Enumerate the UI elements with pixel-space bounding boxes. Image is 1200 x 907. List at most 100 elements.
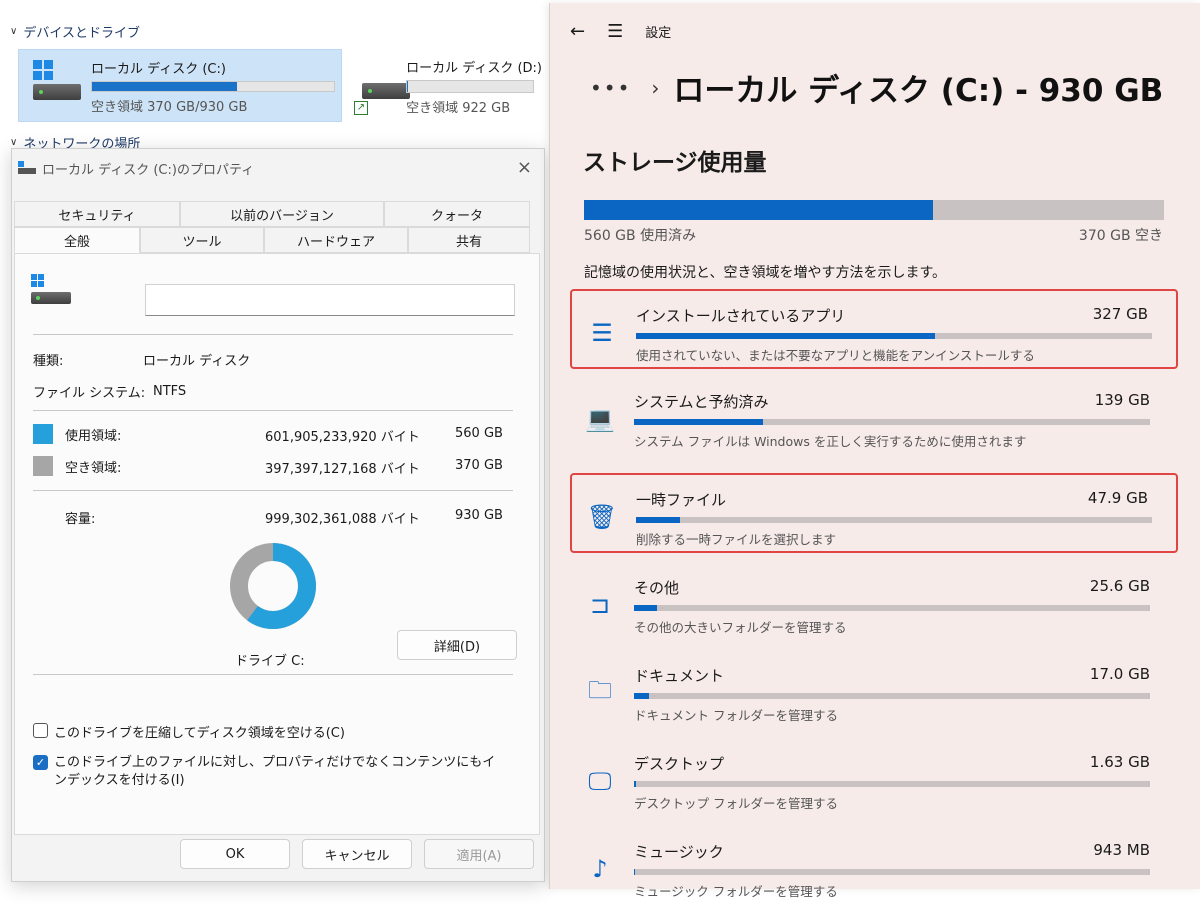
filesystem-row: ファイル システム: NTFS [33, 382, 186, 401]
breadcrumb-overflow-icon[interactable]: ••• [590, 76, 631, 100]
category-name: システムと予約済み [634, 393, 769, 411]
storage-category-row[interactable]: ☰ インストールされているアプリ 327 GB 使用されていない、または不要なアプリと… [570, 289, 1178, 369]
category-name: その他 [634, 579, 680, 597]
back-arrow-icon[interactable]: ← [570, 21, 585, 42]
used-color-swatch [33, 424, 53, 444]
settings-window: ← ☰ 設定 ••• › ローカル ディスク (C:) - 930 GB ストレ… [549, 3, 1200, 899]
drive-c-name: ローカル ディスク (C:) [91, 62, 226, 77]
index-option[interactable]: ✓ このドライブ上のファイルに対し、プロパティだけでなくコンテンツにもインデック… [33, 754, 503, 790]
tab-general[interactable]: 全般 [14, 227, 140, 253]
category-description: その他の大きいフォルダーを管理する [634, 620, 847, 635]
filesystem-label: ファイル システム: [33, 386, 146, 401]
category-usage-bar [634, 693, 1150, 699]
category-usage-bar [636, 517, 1152, 523]
free-bytes: 397,397,127,168 バイト [265, 462, 420, 477]
compress-option[interactable]: このドライブを圧縮してディスク領域を空ける(C) [33, 722, 345, 741]
music-icon: ♪ [592, 855, 608, 883]
category-description: 削除する一時ファイルを選択します [636, 532, 837, 547]
category-description: ドキュメント フォルダーを管理する [634, 708, 838, 723]
category-description: ミュージック フォルダーを管理する [634, 884, 838, 899]
type-label: 種類: [33, 354, 64, 369]
tabs-row-top: セキュリティ 以前のバージョン クォータ [14, 201, 530, 227]
door-icon: ⊐ [589, 591, 611, 619]
category-size: 943 MB [1093, 841, 1150, 859]
category-size: 1.63 GB [1089, 753, 1150, 771]
category-name: インストールされているアプリ [636, 307, 846, 325]
tab-sharing[interactable]: 共有 [408, 227, 530, 253]
volume-label-input[interactable] [145, 284, 515, 316]
category-usage-bar [634, 781, 1150, 787]
drive-d-usage-bar [406, 80, 535, 93]
drive-properties-dialog: ローカル ディスク (C:)のプロパティ × セキュリティ 以前のバージョン ク… [11, 148, 545, 882]
drive-c-icon [25, 56, 85, 114]
storage-usage-bar [584, 200, 1164, 220]
drive-c-tile[interactable]: ローカル ディスク (C:) 空き領域 370 GB/930 GB [18, 49, 342, 122]
devices-section-header[interactable]: ∨ デバイスとドライブ [10, 22, 140, 41]
compress-checkbox[interactable] [33, 723, 48, 738]
category-size: 139 GB [1094, 391, 1150, 409]
category-description: システム ファイルは Windows を正しく実行するために使用されます [634, 434, 1027, 449]
category-description: 使用されていない、または不要なアプリと機能をアンインストールする [636, 348, 1035, 363]
category-usage-bar [636, 333, 1152, 339]
drive-letter-label: ドライブ C: [235, 654, 305, 669]
drive-icon [31, 274, 75, 310]
laptop-icon: 💻 [585, 405, 615, 433]
storage-category-row[interactable]: ♪ ミュージック 943 MB ミュージック フォルダーを管理する [570, 827, 1178, 907]
hamburger-menu-icon[interactable]: ☰ [607, 21, 623, 42]
drive-d-name: ローカル ディスク (D:) [406, 61, 542, 76]
ok-button[interactable]: OK [180, 839, 290, 869]
used-space-text: 560 GB 使用済み [584, 228, 697, 244]
tabs-row-bottom: 全般 ツール ハードウェア 共有 [14, 227, 530, 253]
tab-security[interactable]: セキュリティ [14, 201, 180, 227]
storage-category-row[interactable]: 💻 システムと予約済み 139 GB システム ファイルは Windows を正しく実… [570, 377, 1178, 457]
storage-description: 記憶域の使用状況と、空き領域を増やす方法を示します。 [584, 265, 947, 281]
used-space-label: 使用領域: [65, 428, 122, 444]
drive-c-usage-bar [91, 81, 335, 92]
chevron-down-icon: ∨ [10, 26, 18, 37]
free-space-row: 空き領域: [33, 456, 121, 476]
chevron-right-icon: › [651, 75, 660, 100]
details-button[interactable]: 詳細(D) [397, 630, 517, 660]
list-icon: ☰ [591, 319, 613, 347]
drive-c-free-text: 空き領域 370 GB/930 GB [91, 100, 248, 115]
settings-topbar: ← ☰ 設定 [570, 21, 671, 42]
drive-d-tile[interactable]: ↗ ローカル ディスク (D:) 空き領域 922 GB [348, 49, 548, 122]
cancel-button[interactable]: キャンセル [302, 839, 412, 869]
storage-category-row[interactable]: 🗑 一時ファイル 47.9 GB 削除する一時ファイルを選択します [570, 473, 1178, 553]
close-icon[interactable]: × [517, 157, 532, 178]
chevron-down-icon: ∨ [10, 137, 18, 148]
storage-usage-heading: ストレージ使用量 [583, 150, 767, 176]
apply-button[interactable]: 適用(A) [424, 839, 534, 869]
free-gb: 370 GB [455, 458, 503, 473]
index-label: このドライブ上のファイルに対し、プロパティだけでなくコンテンツにもインデックスを… [54, 755, 496, 788]
category-name: デスクトップ [634, 755, 725, 773]
tab-tools[interactable]: ツール [140, 227, 264, 253]
type-value: ローカル ディスク [143, 354, 251, 369]
category-name: ドキュメント [634, 667, 725, 685]
category-size: 25.6 GB [1089, 577, 1150, 595]
capacity-label: 容量: [65, 512, 96, 527]
drive-icon [18, 161, 36, 175]
trash-icon: 🗑 [586, 503, 618, 531]
devices-section-label: デバイスとドライブ [23, 26, 140, 41]
tab-quota[interactable]: クォータ [384, 201, 530, 227]
storage-category-row[interactable]: ⊐ その他 25.6 GB その他の大きいフォルダーを管理する [570, 563, 1178, 643]
filesystem-value: NTFS [153, 384, 187, 399]
storage-category-row[interactable]: 🖵 デスクトップ 1.63 GB デスクトップ フォルダーを管理する [570, 739, 1178, 819]
breadcrumb: ••• › ローカル ディスク (C:) - 930 GB [590, 65, 1163, 110]
disk-usage-donut [230, 543, 316, 629]
free-color-swatch [33, 456, 53, 476]
index-checkbox[interactable]: ✓ [33, 755, 48, 770]
storage-category-row[interactable]: 🗀 ドキュメント 17.0 GB ドキュメント フォルダーを管理する [570, 651, 1178, 731]
dialog-titlebar[interactable]: ローカル ディスク (C:)のプロパティ × [12, 149, 544, 187]
shortcut-arrow-icon: ↗ [354, 101, 368, 115]
capacity-gb: 930 GB [455, 508, 503, 523]
tab-hardware[interactable]: ハードウェア [264, 227, 408, 253]
used-gb: 560 GB [455, 426, 503, 441]
used-space-row: 使用領域: [33, 424, 121, 444]
category-usage-bar [634, 869, 1150, 875]
tab-previous-versions[interactable]: 以前のバージョン [180, 201, 384, 227]
category-usage-bar [634, 419, 1150, 425]
page-title: ローカル ディスク (C:) - 930 GB [673, 73, 1164, 109]
category-description: デスクトップ フォルダーを管理する [634, 796, 838, 811]
